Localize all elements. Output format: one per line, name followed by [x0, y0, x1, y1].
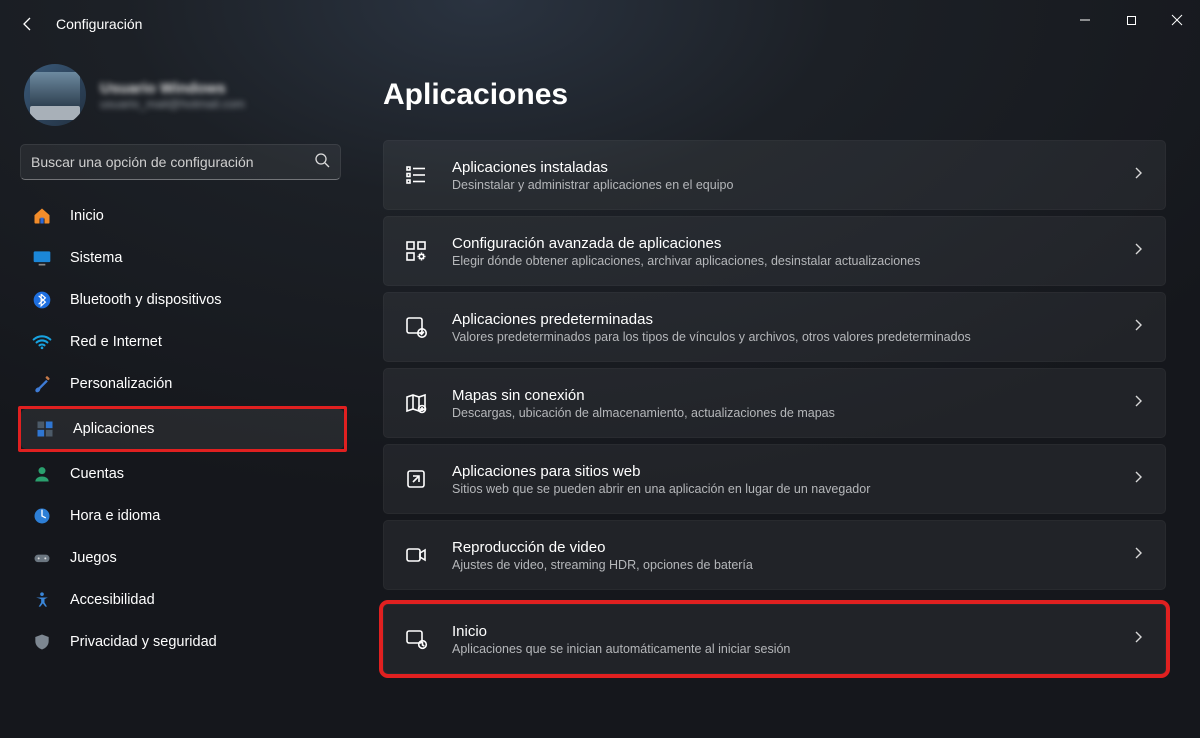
sidebar-item-label: Sistema — [70, 250, 122, 266]
card-apps-sitios-web[interactable]: Aplicaciones para sitios web Sitios web … — [383, 444, 1166, 514]
chevron-right-icon — [1131, 630, 1145, 649]
sidebar-item-privacidad[interactable]: Privacidad y seguridad — [18, 622, 347, 662]
minimize-icon — [1079, 14, 1091, 26]
card-config-avanzada[interactable]: Configuración avanzada de aplicaciones E… — [383, 216, 1166, 286]
video-icon — [402, 541, 430, 569]
window-title: Configuración — [56, 16, 142, 32]
open-with-icon — [402, 465, 430, 493]
apps-icon — [35, 419, 55, 439]
chevron-right-icon — [1131, 318, 1145, 337]
startup-icon — [402, 625, 430, 653]
paintbrush-icon — [32, 374, 52, 394]
sidebar-highlight-aplicaciones: Aplicaciones — [18, 406, 347, 452]
card-apps-predeterminadas[interactable]: Aplicaciones predeterminadas Valores pre… — [383, 292, 1166, 362]
card-title: Inicio — [452, 623, 1131, 640]
card-title: Configuración avanzada de aplicaciones — [452, 235, 1131, 252]
user-email: usuario_mail@hotmail.com — [100, 97, 245, 111]
sidebar: Usuario Windows usuario_mail@hotmail.com… — [0, 48, 355, 738]
avatar — [24, 64, 86, 126]
wifi-icon — [32, 332, 52, 352]
back-button[interactable] — [8, 4, 48, 44]
person-icon — [32, 464, 52, 484]
sidebar-item-cuentas[interactable]: Cuentas — [18, 454, 347, 494]
sidebar-item-label: Privacidad y seguridad — [70, 634, 217, 650]
search-icon — [314, 152, 330, 173]
card-subtitle: Valores predeterminados para los tipos d… — [452, 330, 1131, 344]
gamepad-icon — [32, 548, 52, 568]
sidebar-item-bluetooth[interactable]: Bluetooth y dispositivos — [18, 280, 347, 320]
accessibility-icon — [32, 590, 52, 610]
sidebar-item-label: Aplicaciones — [73, 421, 154, 437]
card-subtitle: Elegir dónde obtener aplicaciones, archi… — [452, 254, 1131, 268]
chevron-right-icon — [1131, 546, 1145, 565]
card-reproduccion-video[interactable]: Reproducción de video Ajustes de video, … — [383, 520, 1166, 590]
sidebar-nav: Inicio Sistema Bluetooth y dispositivos … — [18, 196, 347, 662]
sidebar-item-inicio[interactable]: Inicio — [18, 196, 347, 236]
card-title: Aplicaciones predeterminadas — [452, 311, 1131, 328]
default-apps-icon — [402, 313, 430, 341]
chevron-right-icon — [1131, 394, 1145, 413]
sidebar-item-label: Inicio — [70, 208, 104, 224]
chevron-right-icon — [1131, 242, 1145, 261]
user-name: Usuario Windows — [100, 80, 245, 97]
sidebar-item-label: Hora e idioma — [70, 508, 160, 524]
close-icon — [1171, 14, 1183, 26]
sidebar-item-aplicaciones[interactable]: Aplicaciones — [21, 409, 344, 449]
bluetooth-icon — [32, 290, 52, 310]
list-icon — [402, 161, 430, 189]
user-info: Usuario Windows usuario_mail@hotmail.com — [100, 80, 245, 111]
system-icon — [32, 248, 52, 268]
close-button[interactable] — [1154, 0, 1200, 40]
maximize-icon — [1126, 15, 1137, 26]
card-subtitle: Descargas, ubicación de almacenamiento, … — [452, 406, 1131, 420]
chevron-right-icon — [1131, 166, 1145, 185]
card-mapas-sin-conexion[interactable]: Mapas sin conexión Descargas, ubicación … — [383, 368, 1166, 438]
arrow-left-icon — [20, 16, 36, 32]
sidebar-item-label: Bluetooth y dispositivos — [70, 292, 222, 308]
map-icon — [402, 389, 430, 417]
card-aplicaciones-instaladas[interactable]: Aplicaciones instaladas Desinstalar y ad… — [383, 140, 1166, 210]
card-inicio[interactable]: Inicio Aplicaciones que se inician autom… — [383, 604, 1166, 674]
user-account[interactable]: Usuario Windows usuario_mail@hotmail.com — [18, 58, 347, 144]
card-subtitle: Sitios web que se pueden abrir en una ap… — [452, 482, 1131, 496]
sidebar-item-label: Accesibilidad — [70, 592, 155, 608]
layout: Usuario Windows usuario_mail@hotmail.com… — [0, 48, 1200, 738]
sidebar-item-juegos[interactable]: Juegos — [18, 538, 347, 578]
card-title: Aplicaciones instaladas — [452, 159, 1131, 176]
search-input[interactable] — [31, 154, 314, 170]
titlebar: Configuración — [0, 0, 1200, 48]
card-title: Mapas sin conexión — [452, 387, 1131, 404]
card-title: Aplicaciones para sitios web — [452, 463, 1131, 480]
clock-globe-icon — [32, 506, 52, 526]
card-subtitle: Desinstalar y administrar aplicaciones e… — [452, 178, 1131, 192]
sidebar-item-sistema[interactable]: Sistema — [18, 238, 347, 278]
card-title: Reproducción de video — [452, 539, 1131, 556]
page-title: Aplicaciones — [383, 78, 1166, 112]
sidebar-item-personalizacion[interactable]: Personalización — [18, 364, 347, 404]
card-subtitle: Aplicaciones que se inician automáticame… — [452, 642, 1131, 656]
sidebar-item-accesibilidad[interactable]: Accesibilidad — [18, 580, 347, 620]
main-content: Aplicaciones Aplicaciones instaladas Des… — [355, 48, 1200, 738]
search-box[interactable] — [20, 144, 341, 180]
card-subtitle: Ajustes de video, streaming HDR, opcione… — [452, 558, 1131, 572]
window-controls — [1062, 0, 1200, 40]
apps-settings-icon — [402, 237, 430, 265]
sidebar-item-red[interactable]: Red e Internet — [18, 322, 347, 362]
sidebar-item-hora[interactable]: Hora e idioma — [18, 496, 347, 536]
sidebar-item-label: Cuentas — [70, 466, 124, 482]
home-icon — [32, 206, 52, 226]
minimize-button[interactable] — [1062, 0, 1108, 40]
sidebar-item-label: Personalización — [70, 376, 172, 392]
chevron-right-icon — [1131, 470, 1145, 489]
shield-icon — [32, 632, 52, 652]
sidebar-item-label: Juegos — [70, 550, 117, 566]
sidebar-item-label: Red e Internet — [70, 334, 162, 350]
maximize-button[interactable] — [1108, 0, 1154, 40]
